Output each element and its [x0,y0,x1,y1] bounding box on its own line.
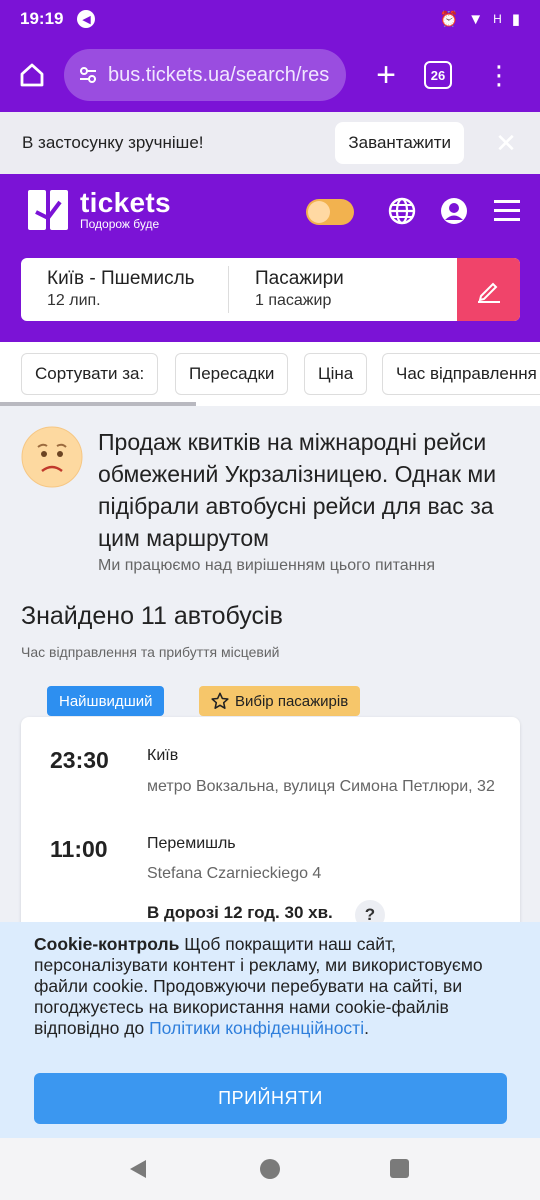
tickets-logo-icon [28,190,68,230]
back-icon[interactable] [128,1159,148,1179]
arrival-time: 11:00 [50,836,108,862]
new-tab-button[interactable]: + [366,55,406,95]
weather-icon [308,201,330,223]
trip-card[interactable]: 23:30 Київ метро Вокзальна, вулиця Симон… [21,717,520,957]
tab-switcher-button[interactable]: 26 [424,61,452,89]
cookie-text: Cookie-контроль Щоб покращити наш сайт, … [34,934,506,1039]
address-bar[interactable]: bus.tickets.ua/search/res [64,49,346,101]
logo-slogan: Подорож буде [80,217,160,231]
star-icon [211,692,229,709]
alarm-icon: ⏰ [439,11,459,28]
departure-time: 23:30 [50,747,109,773]
departure-city: Київ [147,747,179,764]
passengers-label: Пасажири [255,268,344,289]
notice-title: Продаж квитків на міжнародні рейси обмеж… [98,429,497,551]
recents-icon[interactable] [390,1159,409,1178]
site-settings-icon[interactable] [78,66,98,84]
system-nav-bar [0,1138,540,1200]
route-text: Київ - Пшемисль [47,268,195,289]
results-note: Час відправлення та прибуття місцевий [21,644,280,660]
download-app-button[interactable]: Завантажити [335,122,464,164]
sort-price-chip[interactable]: Ціна [304,353,368,395]
accept-cookies-button[interactable]: ПРИЙНЯТИ [34,1073,507,1124]
cookie-title: Cookie-контроль [34,934,180,954]
results-count: Знайдено 11 автобусів [21,602,283,630]
url-text: bus.tickets.ua/search/res [108,63,330,86]
cookie-banner: Cookie-контроль Щоб покращити наш сайт, … [0,922,540,1138]
globe-icon[interactable] [387,196,417,226]
passengers-choice-badge: Вибір пасажирів [199,686,361,716]
status-time: 19:19 [20,9,64,28]
departure-address: метро Вокзальна, вулиця Симона Петлюри, … [147,778,495,795]
app-promo-banner: В застосунку зручніше! Завантажити ✕ [0,112,540,174]
network-type: H [493,12,502,26]
app-promo-text: В застосунку зручніше! [22,133,204,152]
home-button[interactable] [12,55,52,95]
horizontal-scroll-indicator [0,402,196,406]
pencil-icon [477,282,500,303]
passengers-choice-label: Вибір пасажирів [235,692,349,710]
hamburger-menu-icon[interactable] [492,196,522,226]
sort-transfers-chip[interactable]: Пересадки [175,353,289,395]
cookie-end: . [364,1018,369,1038]
edit-search-button[interactable] [457,258,520,321]
sad-face-icon [21,426,83,488]
privacy-policy-link[interactable]: Політики конфіденційності [149,1018,364,1038]
battery-icon: ▮ [511,11,520,28]
site-header: tickets Подорож буде Київ - Пшемисль 12 … [0,174,540,342]
logo-name: tickets [80,187,171,218]
status-bar: 19:19 ◀ ⏰ ▼ H ▮ [0,0,540,38]
sort-bar: Сортувати за: Пересадки Ціна Час відправ… [0,342,540,406]
search-summary-card[interactable]: Київ - Пшемисль 12 лип. Пасажири 1 пасаж… [21,258,520,321]
close-banner-icon[interactable]: ✕ [494,128,518,159]
user-icon[interactable] [439,196,469,226]
notification-icon: ◀ [77,10,96,28]
date-text: 12 лип. [47,292,101,309]
site-logo[interactable]: tickets Подорож буде [26,188,171,232]
sort-label: Сортувати за: [21,353,159,395]
notice-subtitle: Ми працюємо над вирішенням цього питання [98,557,435,574]
arrival-address: Stefana Czarnieckiego 4 [147,865,322,882]
trip-duration: В дорозі 12 год. 30 хв. [147,903,333,922]
wifi-icon: ▼ [468,10,484,28]
theme-toggle[interactable] [306,199,354,225]
home-nav-icon[interactable] [260,1159,280,1179]
fastest-badge: Найшвидший [47,686,165,716]
browser-toolbar: bus.tickets.ua/search/res + 26 ⋮ [0,38,540,112]
sort-departure-chip[interactable]: Час відправлення [382,353,540,395]
arrival-city: Перемишль [147,835,236,852]
passengers-summary[interactable]: Пасажири 1 пасажир [229,266,457,313]
home-icon [20,63,44,87]
status-icons: ⏰ ▼ H ▮ [439,10,520,29]
more-menu-button[interactable]: ⋮ [486,62,512,88]
route-summary[interactable]: Київ - Пшемисль 12 лип. [21,266,229,313]
passengers-value: 1 пасажир [255,292,332,309]
